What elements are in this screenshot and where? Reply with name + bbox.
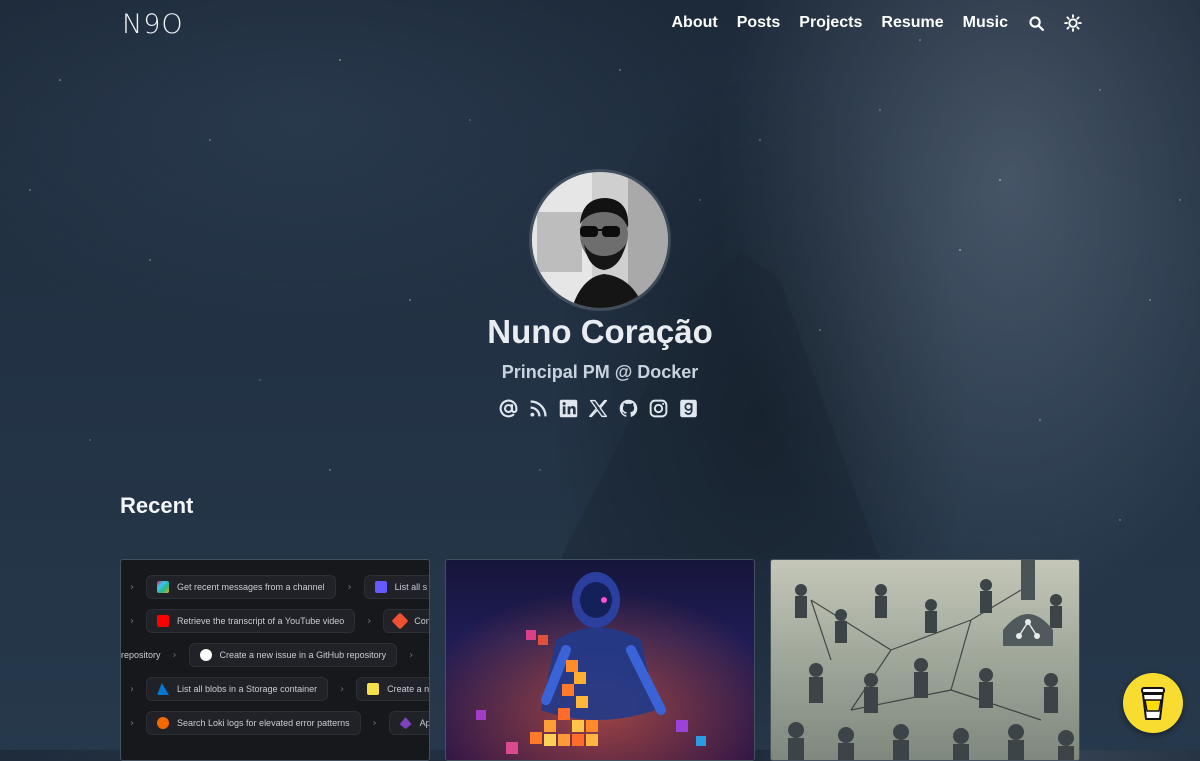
chevron-right-icon: › [347, 581, 352, 593]
grafana-icon [157, 717, 170, 729]
tool-chip-label: repository [121, 650, 161, 660]
tool-chip: Ap [388, 711, 430, 735]
chevron-right-icon: › [372, 717, 377, 729]
coffee-cup-icon [1141, 687, 1165, 720]
crowd-network-illustration [788, 560, 1074, 760]
tool-chip: Search Loki logs for elevated error patt… [146, 711, 361, 735]
tool-chip-label: Retrieve the transcript of a YouTube vid… [177, 616, 345, 626]
flame-icon [399, 717, 412, 729]
tool-chip-label: List all blobs in a Storage container [177, 684, 318, 694]
search-icon[interactable] [1027, 14, 1045, 32]
tool-chip: Comm [383, 609, 429, 633]
tool-row: repository › Create a new issue in a Git… [121, 643, 413, 667]
tool-chip: repository [121, 643, 161, 667]
tool-chip-label: Create a new issue in a GitHub repositor… [219, 650, 387, 660]
goodreads-icon[interactable] [677, 397, 699, 419]
chevron-right-icon: › [130, 615, 135, 627]
tool-chip-label: Search Loki logs for elevated error patt… [177, 718, 350, 728]
recent-post-card[interactable] [770, 559, 1080, 761]
tool-chip: Get recent messages from a channel [146, 575, 336, 599]
buy-me-a-coffee-button[interactable] [1123, 673, 1183, 733]
chevron-right-icon: › [130, 717, 135, 729]
recent-post-card[interactable]: e › Get recent messages from a channel ›… [120, 559, 430, 761]
chevron-right-icon: › [130, 581, 135, 593]
site-logo[interactable]: N9O [122, 9, 184, 40]
x-icon[interactable] [587, 397, 609, 419]
recent-post-card[interactable] [445, 559, 755, 761]
avatar [532, 172, 668, 308]
nav-music[interactable]: Music [963, 14, 1008, 32]
github-icon[interactable] [617, 397, 639, 419]
linkedin-icon[interactable] [557, 397, 579, 419]
tool-row: e › Retrieve the transcript of a YouTube… [121, 609, 429, 633]
tool-row: e › Get recent messages from a channel ›… [121, 575, 429, 599]
chevron-right-icon: › [340, 683, 345, 695]
stripe-icon [374, 581, 387, 593]
tool-chip: List all blobs in a Storage container [146, 677, 329, 701]
git-icon [391, 612, 409, 630]
theme-toggle-icon[interactable] [1064, 14, 1082, 32]
tool-row: e › List all blobs in a Storage containe… [121, 677, 430, 701]
github-icon [199, 649, 212, 661]
tool-chip: List all s [363, 575, 429, 599]
robot-blocks-illustration [446, 560, 754, 760]
azure-icon [157, 683, 170, 695]
chevron-right-icon: › [409, 649, 414, 661]
tool-chip-label: List all s [394, 582, 428, 592]
author-name: Nuno Coração [487, 313, 713, 350]
tool-chip-label: Comm [414, 616, 429, 626]
tool-row: n › Search Loki logs for elevated error … [121, 711, 430, 735]
slack-icon [157, 581, 170, 593]
nav-posts[interactable]: Posts [737, 14, 781, 32]
nav-resume[interactable]: Resume [881, 14, 943, 32]
tool-chip: Create a new issue in a GitHub repositor… [188, 643, 398, 667]
author-tagline: Principal PM @ Docker [501, 362, 699, 382]
social-links [497, 397, 699, 419]
nav-projects[interactable]: Projects [799, 14, 862, 32]
rss-icon[interactable] [527, 397, 549, 419]
tool-chip-label: Get recent messages from a channel [177, 582, 325, 592]
email-icon[interactable] [497, 397, 519, 419]
tool-chip: Retrieve the transcript of a YouTube vid… [146, 609, 356, 633]
notes-icon [367, 683, 380, 695]
recent-heading: Recent [120, 493, 194, 518]
tool-chip-label: Ap [419, 718, 430, 728]
youtube-icon [157, 615, 170, 627]
tool-chip: Create a new c [356, 677, 430, 701]
instagram-icon[interactable] [647, 397, 669, 419]
main-nav: About Posts Projects Resume Music [671, 14, 1082, 32]
chevron-right-icon: › [130, 683, 135, 695]
chevron-right-icon: › [367, 615, 372, 627]
nav-about[interactable]: About [671, 14, 717, 32]
tool-chip-label: Create a new c [387, 684, 430, 694]
chevron-right-icon: › [172, 649, 177, 661]
